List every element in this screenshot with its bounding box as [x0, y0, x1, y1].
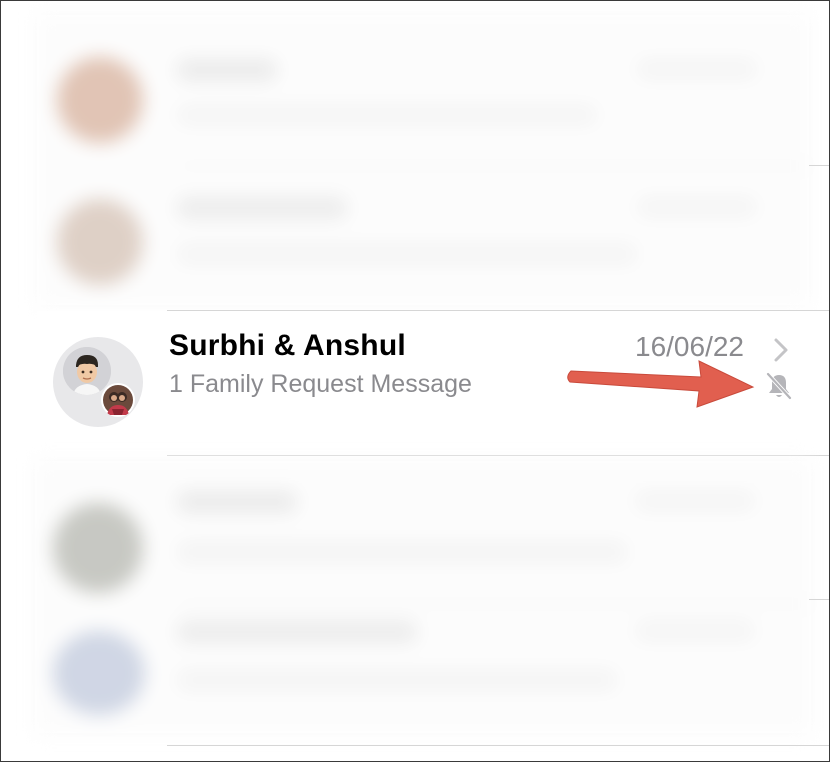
row-divider [809, 599, 829, 600]
group-member-avatar [101, 383, 135, 417]
blur-overlay [35, 461, 811, 733]
row-divider [167, 745, 829, 746]
bell-slash-icon [766, 372, 792, 400]
blur-overlay [37, 15, 809, 305]
group-avatar [53, 337, 143, 427]
row-divider [809, 165, 829, 166]
chevron-right-icon[interactable] [771, 336, 791, 364]
annotation-arrow [567, 360, 755, 408]
member-photo-icon [103, 385, 133, 415]
conversation-preview: 1 Family Request Message [169, 370, 472, 398]
screenshot-frame: Surbhi & Anshul 1 Family Request Message… [0, 0, 830, 762]
row-divider [167, 455, 829, 456]
conversation-title: Surbhi & Anshul [169, 329, 406, 362]
